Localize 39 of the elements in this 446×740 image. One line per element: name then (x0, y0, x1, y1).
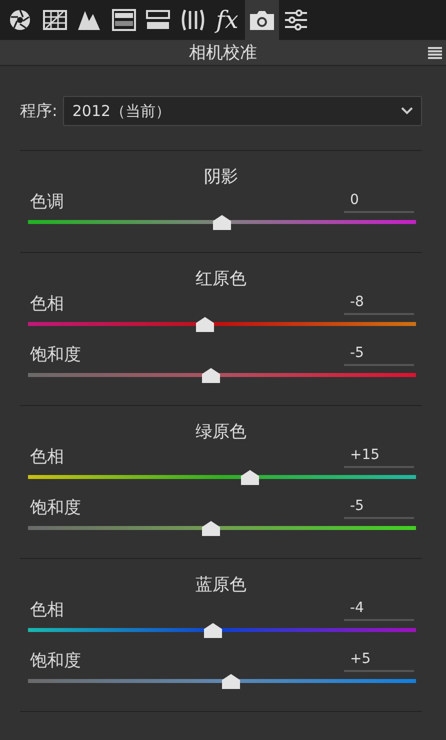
value-field[interactable]: +15 (344, 447, 414, 468)
slider-label: 饱和度 (30, 650, 82, 672)
section-title: 阴影 (204, 166, 238, 189)
section-title: 绿原色 (196, 421, 246, 444)
aperture-icon (8, 8, 32, 32)
two-bars-icon (146, 9, 170, 31)
slider-thumb[interactable] (213, 215, 231, 230)
process-label: 程序: (20, 100, 58, 122)
slider-thumb[interactable] (222, 674, 240, 689)
slider-label: 色调 (30, 191, 65, 213)
value-field[interactable]: 0 (344, 192, 414, 213)
value-field[interactable]: -5 (344, 498, 414, 519)
panel-tab[interactable] (244, 0, 279, 40)
slider-label: 饱和度 (30, 497, 82, 519)
value-field[interactable]: -4 (344, 600, 414, 621)
panel-title: 相机校准 (189, 42, 257, 64)
section-title: 红原色 (196, 268, 246, 291)
effects-tab[interactable]: fx (210, 0, 244, 40)
lens-icon (180, 8, 205, 32)
value-field[interactable]: -8 (344, 294, 414, 315)
slider-label: 色相 (30, 446, 65, 468)
camera-icon (248, 9, 275, 31)
slider-thumb[interactable] (196, 317, 214, 332)
grid-icon (42, 9, 67, 31)
slider-thumb[interactable] (204, 623, 222, 638)
slider-label: 饱和度 (30, 344, 82, 366)
section-title: 蓝原色 (196, 574, 246, 597)
slider-thumb[interactable] (202, 368, 220, 383)
value-field[interactable]: -5 (344, 345, 414, 366)
value-field[interactable]: +5 (344, 651, 414, 672)
slider-thumb[interactable] (202, 521, 220, 536)
gradient-bars-icon (112, 9, 136, 31)
menu-icon[interactable] (428, 47, 442, 59)
process-dropdown[interactable]: 2012（当前） (63, 96, 422, 126)
slider-thumb[interactable] (241, 470, 260, 485)
chevron-icon (401, 107, 413, 115)
slider-label: 色相 (30, 293, 65, 315)
sliders-icon (284, 9, 308, 31)
slider-label: 色相 (30, 599, 65, 621)
